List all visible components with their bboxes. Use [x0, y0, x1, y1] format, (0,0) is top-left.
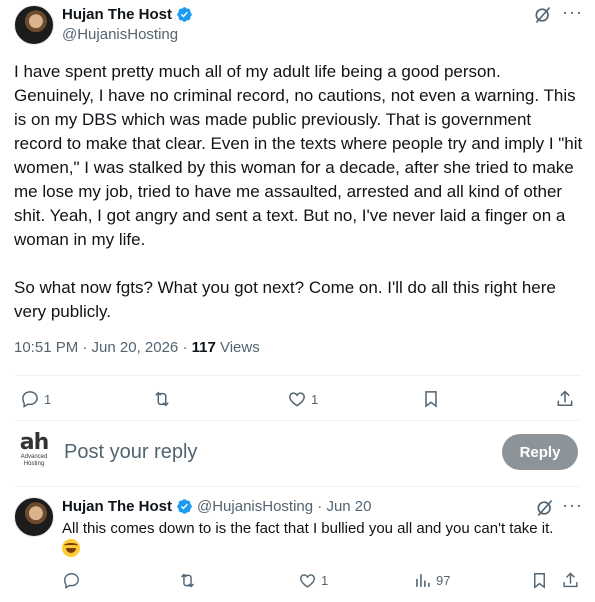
author-avatar[interactable] [14, 5, 54, 45]
reply-icon [64, 573, 79, 589]
like-button[interactable]: 1 [287, 389, 318, 409]
like-count: 1 [321, 573, 329, 588]
share-button[interactable] [561, 571, 580, 590]
reply-author-name[interactable]: Hujan The Host [62, 498, 172, 515]
bookmark-icon [534, 573, 545, 589]
author-handle[interactable]: @HujanisHosting [62, 26, 178, 43]
grok-icon[interactable] [535, 498, 555, 518]
repost-icon [181, 573, 194, 588]
brand-logo-sub: Hosting [23, 461, 45, 467]
reply-input[interactable]: Post your reply [64, 441, 197, 464]
tweet-paragraph: So what now fgts? What you got next? Com… [14, 278, 556, 321]
reply-author-name-row: Hujan The Host [62, 498, 193, 515]
tweet-paragraph: I have spent pretty much all of my adult… [14, 62, 583, 249]
reply-icon [22, 391, 38, 408]
post-reply-button[interactable]: Reply [502, 434, 578, 470]
like-button[interactable]: 1 [298, 571, 328, 590]
reply-author-handle[interactable]: @HujanisHosting · Jun 20 [197, 498, 371, 515]
analytics-icon [416, 574, 430, 587]
reply-count: 1 [44, 391, 52, 407]
tweet-text: I have spent pretty much all of my adult… [14, 60, 584, 324]
views-button[interactable]: 97 [413, 571, 450, 590]
verified-badge-icon [177, 7, 192, 22]
divider [14, 420, 581, 421]
reply-button[interactable] [62, 571, 81, 590]
grok-icon[interactable] [533, 5, 553, 25]
like-icon [299, 574, 316, 588]
reply-button[interactable]: 1 [20, 389, 51, 409]
divider [14, 375, 581, 376]
more-icon[interactable]: ··· [562, 496, 582, 518]
views-count: 117 [191, 339, 216, 356]
author-name[interactable]: Hujan The Host [62, 6, 172, 23]
share-button[interactable] [555, 389, 575, 409]
share-icon [563, 572, 578, 588]
bookmark-button[interactable] [530, 571, 549, 590]
author-name-row: Hujan The Host [62, 6, 193, 23]
bookmark-icon [425, 391, 437, 408]
more-icon[interactable]: ··· [562, 3, 582, 25]
tweet-meta: 10:51 PM · Jun 20, 2026 · 117 Views [14, 339, 260, 356]
views-count: 97 [436, 573, 451, 588]
repost-button[interactable] [178, 571, 197, 590]
brand-logo-mark: ah [19, 430, 50, 455]
divider [14, 486, 581, 487]
composer-avatar[interactable]: ah Advanced Hosting [16, 432, 52, 472]
brand-logo-sub: Advanced [20, 454, 48, 460]
bookmark-button[interactable] [421, 389, 441, 409]
face-with-tears-of-joy-emoji [62, 539, 80, 557]
reply-author-avatar[interactable] [14, 497, 54, 537]
repost-button[interactable] [152, 389, 172, 409]
reply-text: All this comes down to is the fact that … [62, 520, 554, 537]
share-icon [557, 390, 573, 406]
views-label: Views [215, 339, 260, 356]
tweet-timestamp[interactable]: 10:51 PM · Jun 20, 2026 · [14, 339, 192, 356]
like-icon [289, 392, 305, 407]
reply-text-block: All this comes down to is the fact that … [62, 519, 587, 560]
like-count: 1 [311, 391, 319, 407]
repost-icon [155, 391, 169, 407]
verified-badge-icon [177, 499, 192, 514]
